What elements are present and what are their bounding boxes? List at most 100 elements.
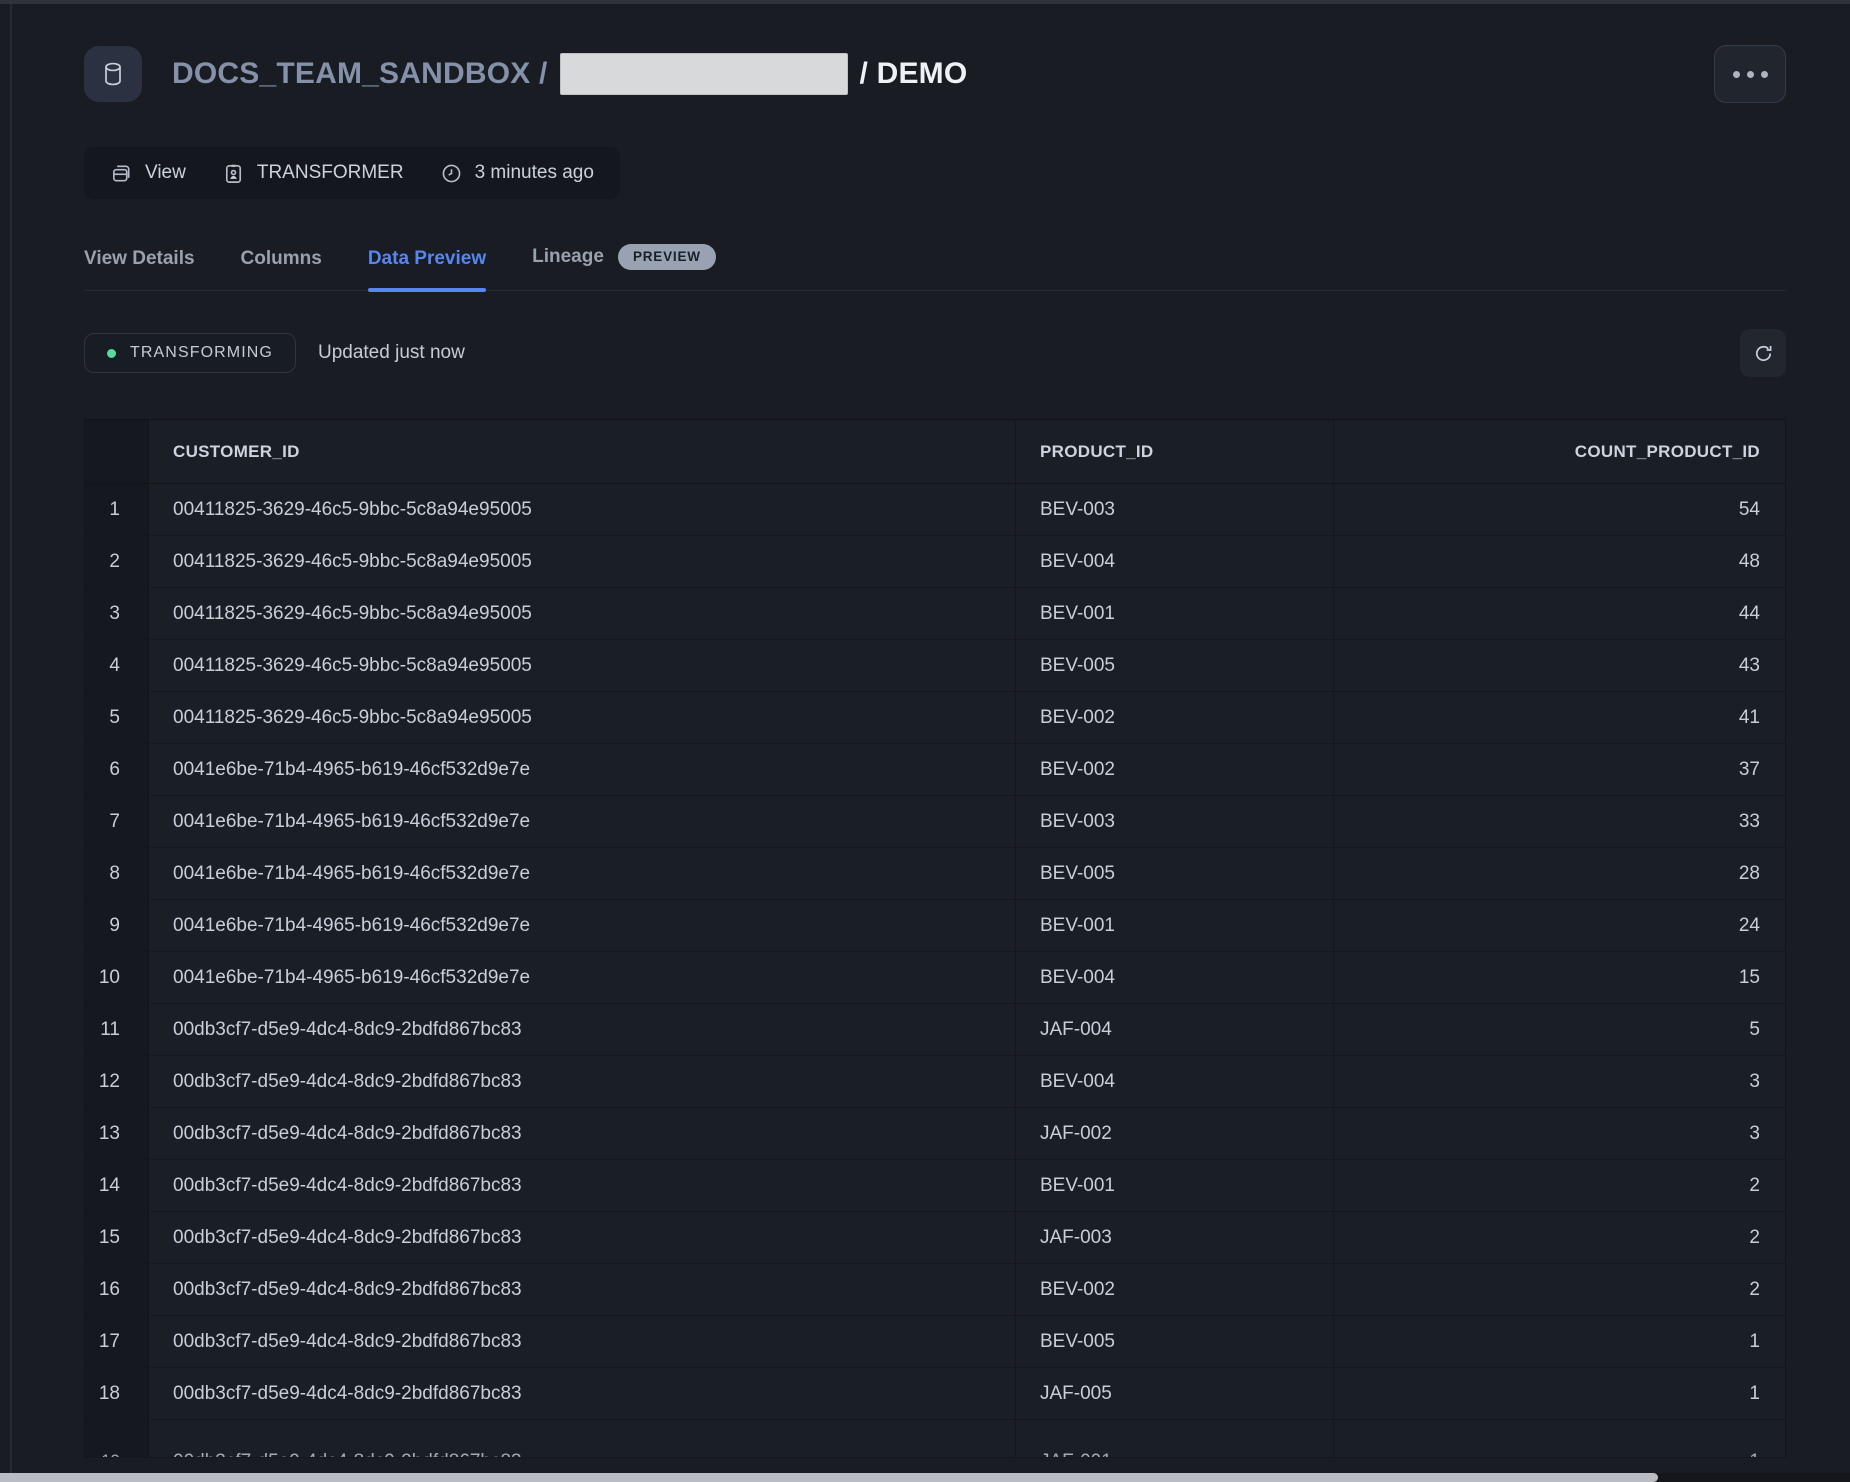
cell-customer-id: 00db3cf7-d5e9-4dc4-8dc9-2bdfd867bc83: [149, 1056, 1016, 1107]
table-row[interactable]: 1400db3cf7-d5e9-4dc4-8dc9-2bdfd867bc83BE…: [85, 1160, 1785, 1212]
database-icon: [84, 46, 142, 102]
table-row[interactable]: 1500db3cf7-d5e9-4dc4-8dc9-2bdfd867bc83JA…: [85, 1212, 1785, 1264]
table-row[interactable]: 1600db3cf7-d5e9-4dc4-8dc9-2bdfd867bc83BE…: [85, 1264, 1785, 1316]
last-updated-text: Updated just now: [318, 342, 465, 364]
cell-product-id: BEV-002: [1016, 692, 1334, 743]
cell-customer-id: 00411825-3629-46c5-9bbc-5c8a94e95005: [149, 484, 1016, 535]
table-header-row: CUSTOMER_ID PRODUCT_ID COUNT_PRODUCT_ID: [85, 420, 1785, 484]
cell-product-id: BEV-001: [1016, 1160, 1334, 1211]
row-number: 10: [85, 952, 149, 1003]
cell-product-id: BEV-004: [1016, 1056, 1334, 1107]
cell-customer-id: 00db3cf7-d5e9-4dc4-8dc9-2bdfd867bc83: [149, 1004, 1016, 1055]
redacted-overlay: [560, 53, 848, 95]
object-header: DOCS_TEAM_SANDBOX / / DEMO: [84, 44, 1786, 104]
tab-bar: View Details Columns Data Preview Lineag…: [84, 204, 1786, 291]
cell-product-id: JAF-003: [1016, 1212, 1334, 1263]
table-row-partial[interactable]: 19 00db3cf7-d5e9-4dc4-8dc9-2bdfd867bc83 …: [85, 1420, 1785, 1458]
object-type-label: View: [145, 162, 186, 184]
table-row[interactable]: 100411825-3629-46c5-9bbc-5c8a94e95005BEV…: [85, 484, 1785, 536]
data-preview-table: CUSTOMER_ID PRODUCT_ID COUNT_PRODUCT_ID …: [84, 419, 1786, 1458]
cell-product-id: BEV-005: [1016, 640, 1334, 691]
tab-columns[interactable]: Columns: [241, 248, 322, 290]
row-number: 11: [85, 1004, 149, 1055]
table-row[interactable]: 90041e6be-71b4-4965-b619-46cf532d9e7eBEV…: [85, 900, 1785, 952]
cell-customer-id: 00411825-3629-46c5-9bbc-5c8a94e95005: [149, 692, 1016, 743]
cell-product-id: JAF-005: [1016, 1368, 1334, 1419]
cell-count-product-id: 1: [1334, 1368, 1787, 1419]
refresh-status-row: TRANSFORMING Updated just now: [84, 329, 1786, 377]
cell-product-id: BEV-005: [1016, 1316, 1334, 1367]
cell-product-id: JAF-002: [1016, 1108, 1334, 1159]
cell-product-id: BEV-005: [1016, 848, 1334, 899]
cell-count-product-id: 33: [1334, 796, 1787, 847]
cell-count-product-id: 2: [1334, 1212, 1787, 1263]
horizontal-scrollbar-thumb[interactable]: [0, 1473, 1658, 1482]
refresh-button[interactable]: [1740, 329, 1786, 377]
cell-customer-id: 0041e6be-71b4-4965-b619-46cf532d9e7e: [149, 744, 1016, 795]
cell-product-id: BEV-002: [1016, 1264, 1334, 1315]
cell-count-product-id: 2: [1334, 1264, 1787, 1315]
row-number: 7: [85, 796, 149, 847]
object-role-label: TRANSFORMER: [257, 162, 404, 184]
cell-count-product-id: 3: [1334, 1108, 1787, 1159]
cell-count-product-id: 24: [1334, 900, 1787, 951]
row-number: 13: [85, 1108, 149, 1159]
cell-count-product-id: 15: [1334, 952, 1787, 1003]
table-row[interactable]: 1700db3cf7-d5e9-4dc4-8dc9-2bdfd867bc83BE…: [85, 1316, 1785, 1368]
table-row[interactable]: 1100db3cf7-d5e9-4dc4-8dc9-2bdfd867bc83JA…: [85, 1004, 1785, 1056]
cell-count-product-id: 44: [1334, 588, 1787, 639]
cell-product-id: BEV-003: [1016, 484, 1334, 535]
row-number: 18: [85, 1368, 149, 1419]
cell-product-id: BEV-003: [1016, 796, 1334, 847]
table-row[interactable]: 1200db3cf7-d5e9-4dc4-8dc9-2bdfd867bc83BE…: [85, 1056, 1785, 1108]
cell-count-product-id: 28: [1334, 848, 1787, 899]
cell-product-id: BEV-004: [1016, 952, 1334, 1003]
cell-customer-id: 0041e6be-71b4-4965-b619-46cf532d9e7e: [149, 848, 1016, 899]
column-header-count-product-id: COUNT_PRODUCT_ID: [1334, 420, 1787, 483]
badge-icon: [222, 162, 245, 185]
cell-customer-id: 00db3cf7-d5e9-4dc4-8dc9-2bdfd867bc83: [149, 1212, 1016, 1263]
table-row[interactable]: 1800db3cf7-d5e9-4dc4-8dc9-2bdfd867bc83JA…: [85, 1368, 1785, 1420]
row-number: 8: [85, 848, 149, 899]
tab-view-details[interactable]: View Details: [84, 248, 195, 290]
table-row[interactable]: 500411825-3629-46c5-9bbc-5c8a94e95005BEV…: [85, 692, 1785, 744]
table-row[interactable]: 400411825-3629-46c5-9bbc-5c8a94e95005BEV…: [85, 640, 1785, 692]
column-header-customer-id: CUSTOMER_ID: [149, 420, 1016, 483]
object-role-badge: TRANSFORMER: [222, 162, 404, 185]
table-row[interactable]: 70041e6be-71b4-4965-b619-46cf532d9e7eBEV…: [85, 796, 1785, 848]
row-number: 1: [85, 484, 149, 535]
tab-data-preview[interactable]: Data Preview: [368, 248, 486, 290]
tab-lineage[interactable]: Lineage PREVIEW: [532, 244, 716, 290]
table-row[interactable]: 300411825-3629-46c5-9bbc-5c8a94e95005BEV…: [85, 588, 1785, 640]
object-meta-badges: View TRANSFORMER 3 minutes ago: [84, 147, 620, 199]
row-number: 5: [85, 692, 149, 743]
cell-customer-id: 00db3cf7-d5e9-4dc4-8dc9-2bdfd867bc83: [149, 1160, 1016, 1211]
cell-customer-id: 00db3cf7-d5e9-4dc4-8dc9-2bdfd867bc83: [149, 1108, 1016, 1159]
cell-customer-id: 00411825-3629-46c5-9bbc-5c8a94e95005: [149, 588, 1016, 639]
cell-product-id: JAF-004: [1016, 1004, 1334, 1055]
horizontal-scrollbar-track[interactable]: [0, 1473, 1850, 1482]
status-dot-icon: [107, 349, 116, 358]
column-header-product-id: PRODUCT_ID: [1016, 420, 1334, 483]
page-title: DOCS_TEAM_SANDBOX / / DEMO: [172, 53, 967, 95]
cell-customer-id: 00db3cf7-d5e9-4dc4-8dc9-2bdfd867bc83: [149, 1316, 1016, 1367]
more-actions-button[interactable]: [1714, 45, 1786, 103]
table-row[interactable]: 80041e6be-71b4-4965-b619-46cf532d9e7eBEV…: [85, 848, 1785, 900]
cell-count-product-id: 41: [1334, 692, 1787, 743]
breadcrumb-object: / DEMO: [860, 57, 968, 91]
row-number: 6: [85, 744, 149, 795]
breadcrumb-database: DOCS_TEAM_SANDBOX /: [172, 57, 548, 91]
table-row[interactable]: 60041e6be-71b4-4965-b619-46cf532d9e7eBEV…: [85, 744, 1785, 796]
table-row[interactable]: 1300db3cf7-d5e9-4dc4-8dc9-2bdfd867bc83JA…: [85, 1108, 1785, 1160]
refresh-icon: [1752, 342, 1775, 365]
row-number: 2: [85, 536, 149, 587]
cell-count-product-id: 48: [1334, 536, 1787, 587]
table-row[interactable]: 100041e6be-71b4-4965-b619-46cf532d9e7eBE…: [85, 952, 1785, 1004]
cell-product-id: BEV-002: [1016, 744, 1334, 795]
cell-customer-id: 0041e6be-71b4-4965-b619-46cf532d9e7e: [149, 900, 1016, 951]
table-row[interactable]: 200411825-3629-46c5-9bbc-5c8a94e95005BEV…: [85, 536, 1785, 588]
row-number-header: [85, 420, 149, 483]
row-number: 12: [85, 1056, 149, 1107]
row-number: 17: [85, 1316, 149, 1367]
table-body: 100411825-3629-46c5-9bbc-5c8a94e95005BEV…: [85, 484, 1785, 1420]
